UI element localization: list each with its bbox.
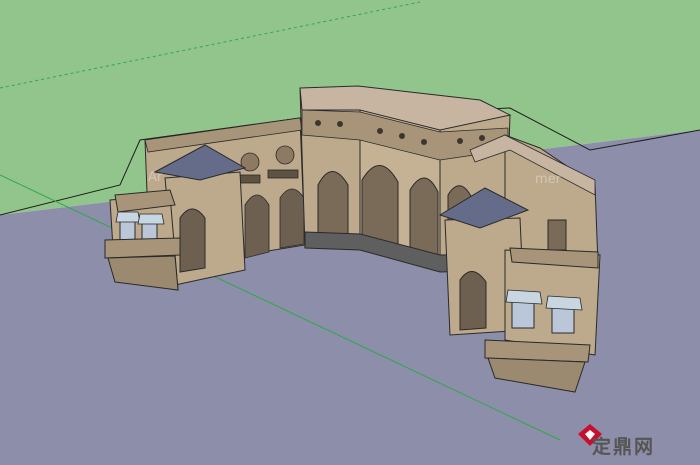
left-balcony: [104, 237, 181, 259]
watermark-ghost-left: Ar: [148, 170, 163, 185]
right-awning-2: [545, 295, 583, 311]
left-wing-window-1: [119, 219, 136, 241]
model-viewport[interactable]: 定鼎网 mer Ar: [0, 0, 700, 465]
watermark-brand-text: 定鼎网: [592, 436, 656, 458]
left-awning-1: [115, 211, 141, 223]
left-awning-2: [137, 213, 165, 225]
watermark-ghost-right: mer: [535, 172, 562, 187]
right-awning-1: [505, 289, 543, 305]
right-wall-window: [547, 219, 567, 251]
right-wing-window-1: [511, 299, 535, 329]
right-pavilion-arch: [459, 271, 487, 331]
3d-scene[interactable]: [0, 0, 700, 465]
left-pavilion-arch: [179, 208, 206, 273]
